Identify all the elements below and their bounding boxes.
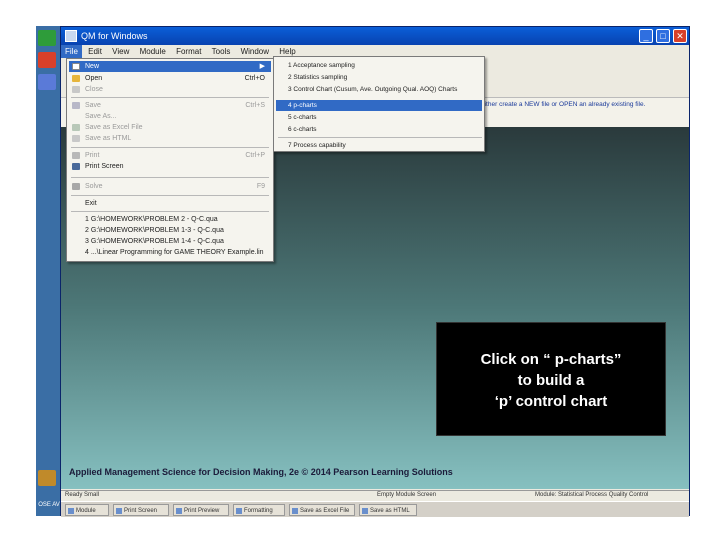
- menu-view[interactable]: View: [108, 45, 133, 58]
- title-bar[interactable]: QM for Windows _ □ ✕: [61, 27, 689, 45]
- submenu-item-p-charts[interactable]: 4 p-charts: [276, 100, 482, 111]
- menu-window[interactable]: Window: [237, 45, 273, 58]
- submenu-item-process-capability[interactable]: 7 Process capability: [276, 140, 482, 151]
- file-menu-item-save-as[interactable]: Save As...: [69, 111, 271, 122]
- task-print-screen[interactable]: Print Screen: [113, 504, 169, 516]
- instruction-callout: Click on “ p-charts” to build a ‘p’ cont…: [436, 322, 666, 436]
- bottom-toolbar: Module Print Screen Print Preview Format…: [61, 501, 689, 517]
- desktop-app-icon[interactable]: [38, 470, 56, 486]
- close-button[interactable]: ✕: [673, 29, 687, 43]
- file-menu: New ▶ Open Ctrl+O Close Save Ctrl+S Save…: [66, 58, 274, 262]
- desktop-app-icon[interactable]: [38, 52, 56, 68]
- status-middle: Empty Module Screen: [377, 492, 437, 498]
- callout-line-3: ‘p’ control chart: [494, 393, 608, 410]
- new-submenu: 1 Acceptance sampling 2 Statistics sampl…: [273, 56, 485, 152]
- desktop-strip: [36, 26, 60, 516]
- new-file-icon: [72, 63, 80, 70]
- menu-tools[interactable]: Tools: [208, 45, 235, 58]
- file-menu-item-recent-3[interactable]: 3 G:\HOMEWORK\PROBLEM 1-4 - Q-C.qua: [69, 236, 271, 247]
- task-save-excel[interactable]: Save as Excel File: [289, 504, 355, 516]
- window-title: QM for Windows: [81, 31, 148, 41]
- instruction-hint: either create a NEW file or OPEN an alre…: [481, 101, 646, 108]
- callout-line-1: Click on “ p-charts”: [480, 351, 622, 368]
- print-screen-icon: [116, 508, 122, 514]
- file-menu-item-print-screen[interactable]: Print Screen: [69, 161, 271, 172]
- menu-separator: [71, 147, 269, 148]
- callout-line-2: to build a: [517, 372, 585, 389]
- status-left: Ready Small: [65, 492, 100, 498]
- excel-icon: [72, 124, 80, 131]
- task-formatting[interactable]: Formatting: [233, 504, 285, 516]
- file-menu-item-save-excel[interactable]: Save as Excel File: [69, 122, 271, 133]
- desktop-label: OSE AV: [38, 502, 60, 508]
- close-file-icon: [72, 86, 80, 93]
- file-menu-item-save[interactable]: Save Ctrl+S: [69, 100, 271, 111]
- maximize-button[interactable]: □: [656, 29, 670, 43]
- submenu-item-acceptance-sampling[interactable]: 1 Acceptance sampling: [276, 60, 482, 71]
- file-menu-item-close[interactable]: Close: [69, 84, 271, 95]
- formatting-icon: [236, 508, 242, 514]
- file-menu-item-solve[interactable]: Solve F9: [69, 181, 271, 192]
- solve-icon: [72, 183, 80, 190]
- file-menu-item-new[interactable]: New ▶: [69, 61, 271, 72]
- menu-separator: [71, 211, 269, 212]
- menu-separator: [71, 97, 269, 98]
- start-icon[interactable]: [38, 30, 56, 46]
- desktop-app-icon[interactable]: [38, 74, 56, 90]
- excel-icon: [292, 508, 298, 514]
- print-screen-icon: [72, 163, 80, 170]
- menu-module[interactable]: Module: [136, 45, 170, 58]
- menu-file[interactable]: File: [61, 45, 82, 58]
- file-menu-item-open[interactable]: Open Ctrl+O: [69, 73, 271, 84]
- html-icon: [72, 135, 80, 142]
- status-right: Module: Statistical Process Quality Cont…: [535, 492, 649, 498]
- menu-separator: [278, 137, 482, 138]
- print-preview-icon: [176, 508, 182, 514]
- file-menu-item-save-html[interactable]: Save as HTML: [69, 133, 271, 144]
- submenu-item-c-charts[interactable]: 5 c-charts: [276, 112, 482, 123]
- printer-icon: [72, 152, 80, 159]
- menu-separator: [71, 177, 269, 178]
- task-save-html[interactable]: Save as HTML: [359, 504, 417, 516]
- submenu-item-statistics-sampling[interactable]: 2 Statistics sampling: [276, 72, 482, 83]
- file-menu-item-recent-1[interactable]: 1 G:\HOMEWORK\PROBLEM 2 - Q-C.qua: [69, 214, 271, 225]
- file-menu-item-recent-2[interactable]: 2 G:\HOMEWORK\PROBLEM 1-3 - Q-C.qua: [69, 225, 271, 236]
- file-menu-item-recent-4[interactable]: 4 ...\Linear Programming for GAME THEORY…: [69, 247, 271, 258]
- submenu-arrow-icon: ▶: [259, 63, 265, 70]
- menu-separator: [71, 195, 269, 196]
- submenu-item-control-chart[interactable]: 3 Control Chart (Cusum, Ave. Outgoing Qu…: [276, 84, 482, 95]
- task-module[interactable]: Module: [65, 504, 109, 516]
- save-icon: [72, 102, 80, 109]
- slide: OSE AV QM for Windows _ □ ✕ File Edit Vi…: [0, 0, 720, 540]
- menu-edit[interactable]: Edit: [84, 45, 106, 58]
- file-menu-item-print[interactable]: Print Ctrl+P: [69, 150, 271, 161]
- html-icon: [362, 508, 368, 514]
- status-bar: Ready Small Empty Module Screen Module: …: [61, 490, 689, 501]
- menu-format[interactable]: Format: [172, 45, 205, 58]
- minimize-button[interactable]: _: [639, 29, 653, 43]
- app-icon: [65, 30, 77, 42]
- file-menu-item-exit[interactable]: Exit: [69, 198, 271, 209]
- module-icon: [68, 508, 74, 514]
- task-print-preview[interactable]: Print Preview: [173, 504, 229, 516]
- submenu-item-c-charts-2[interactable]: 6 c-charts: [276, 124, 482, 135]
- copyright-footer: Applied Management Science for Decision …: [69, 467, 453, 477]
- folder-icon: [72, 75, 80, 82]
